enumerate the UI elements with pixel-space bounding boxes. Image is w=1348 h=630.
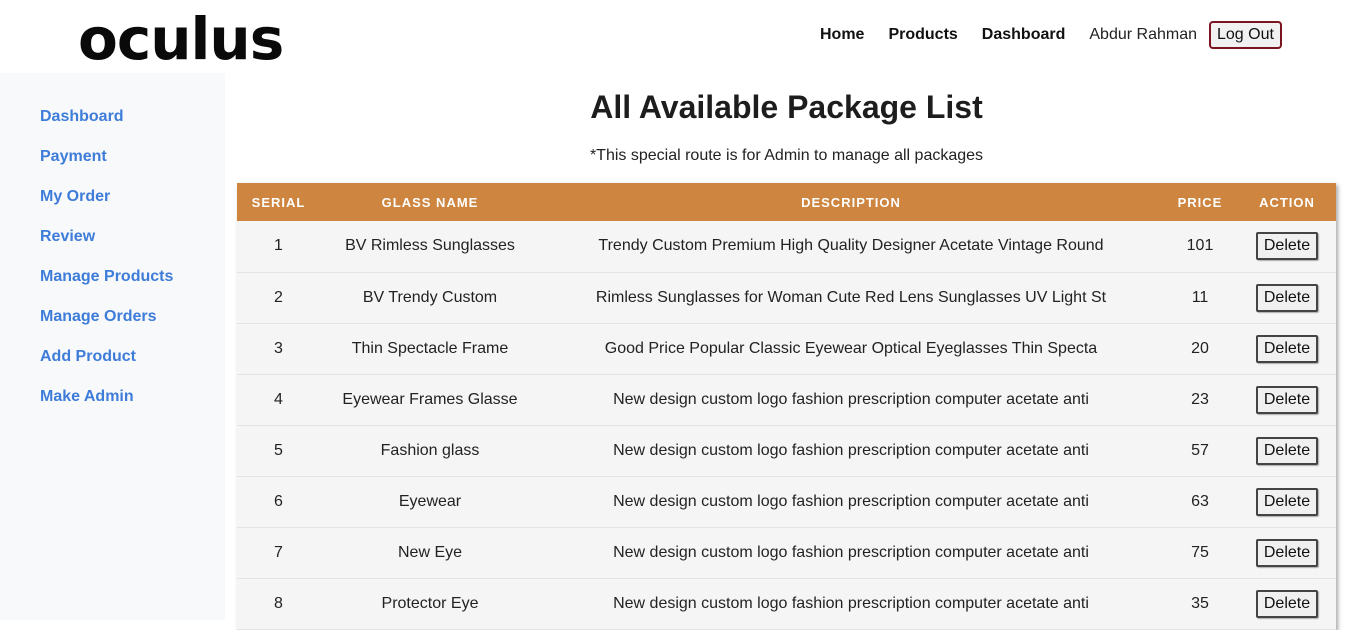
nav-dashboard-link[interactable]: Dashboard — [982, 26, 1066, 44]
package-table-container: SERIAL GLASS NAME DESCRIPTION PRICE ACTI… — [237, 183, 1336, 630]
delete-button[interactable]: Delete — [1255, 385, 1319, 414]
column-header-serial[interactable]: SERIAL — [237, 183, 320, 221]
cell-serial: 5 — [274, 441, 283, 459]
cell-action: Delete — [1238, 578, 1336, 629]
cell-glass-name: Thin Spectacle Frame — [351, 339, 509, 357]
sidebar-link-manage-orders[interactable]: Manage Orders — [40, 308, 156, 325]
page-subtitle: *This special route is for Admin to mana… — [589, 147, 984, 164]
table-row: 3 Thin Spectacle Frame Good Price Popula… — [237, 323, 1336, 374]
page-title: All Available Package List — [590, 89, 983, 125]
sidebar: Dashboard Payment My Order Review Manage… — [0, 73, 225, 620]
logout-button[interactable]: Log Out — [1209, 21, 1282, 49]
user-name: Abdur Rahman — [1089, 26, 1197, 43]
cell-glass-name: BV Rimless Sunglasses — [345, 237, 515, 255]
cell-description: Good Price Popular Classic Eyewear Optic… — [604, 339, 1098, 357]
cell-description: New design custom logo fashion prescript… — [613, 543, 1089, 561]
cell-glass-name: Eyewear — [398, 492, 462, 510]
cell-price: 20 — [1191, 339, 1209, 357]
sidebar-item-make-admin: Make Admin — [40, 377, 225, 417]
cell-description: New design custom logo fashion prescript… — [613, 390, 1089, 408]
table-header: SERIAL GLASS NAME DESCRIPTION PRICE ACTI… — [237, 183, 1336, 221]
delete-button[interactable]: Delete — [1255, 538, 1319, 567]
sidebar-link-review[interactable]: Review — [40, 228, 95, 245]
sidebar-link-make-admin[interactable]: Make Admin — [40, 388, 134, 405]
cell-description: New design custom logo fashion prescript… — [613, 594, 1089, 612]
cell-serial: 3 — [274, 339, 283, 357]
sidebar-item-manage-products: Manage Products — [40, 257, 225, 297]
cell-glass-name: New Eye — [397, 543, 463, 561]
delete-button[interactable]: Delete — [1255, 283, 1319, 312]
cell-action: Delete — [1238, 374, 1336, 425]
cell-serial: 4 — [274, 390, 283, 408]
cell-description: New design custom logo fashion prescript… — [613, 492, 1089, 510]
table-row: 8 Protector Eye New design custom logo f… — [237, 578, 1336, 629]
cell-glass-name: Fashion glass — [380, 441, 480, 459]
table-row: 7 New Eye New design custom logo fashion… — [237, 527, 1336, 578]
sidebar-link-payment[interactable]: Payment — [40, 148, 107, 165]
delete-button[interactable]: Delete — [1255, 487, 1319, 516]
sidebar-item-payment: Payment — [40, 137, 225, 177]
sidebar-link-manage-products[interactable]: Manage Products — [40, 268, 173, 285]
cell-serial: 8 — [274, 594, 283, 612]
cell-price: 35 — [1191, 594, 1209, 612]
cell-price: 63 — [1191, 492, 1209, 510]
cell-glass-name: BV Trendy Custom — [362, 288, 498, 306]
nav-products-link[interactable]: Products — [888, 26, 957, 44]
sidebar-menu: Dashboard Payment My Order Review Manage… — [0, 73, 225, 417]
cell-serial: 1 — [274, 237, 283, 255]
cell-serial: 7 — [274, 543, 283, 561]
cell-price: 101 — [1186, 237, 1214, 255]
top-nav: Home Products Dashboard Abdur Rahman Log… — [808, 20, 1282, 50]
cell-action: Delete — [1238, 323, 1336, 374]
delete-button[interactable]: Delete — [1255, 232, 1319, 261]
cell-description: New design custom logo fashion prescript… — [613, 441, 1089, 459]
column-header-glass-name[interactable]: GLASS NAME — [320, 183, 540, 221]
table-row: 4 Eyewear Frames Glasse New design custo… — [237, 374, 1336, 425]
sidebar-link-my-order[interactable]: My Order — [40, 188, 110, 205]
sidebar-item-add-product: Add Product — [40, 337, 225, 377]
cell-glass-name: Eyewear Frames Glasse — [342, 390, 518, 408]
cell-price: 57 — [1191, 441, 1209, 459]
cell-action: Delete — [1238, 527, 1336, 578]
cell-price: 23 — [1191, 390, 1209, 408]
column-header-price[interactable]: PRICE — [1162, 183, 1238, 221]
cell-price: 75 — [1191, 543, 1209, 561]
column-header-description[interactable]: DESCRIPTION — [540, 183, 1162, 221]
cell-action: Delete — [1238, 425, 1336, 476]
nav-home-link[interactable]: Home — [820, 26, 864, 44]
cell-price: 11 — [1191, 288, 1209, 306]
column-header-action[interactable]: ACTION — [1238, 183, 1336, 221]
delete-button[interactable]: Delete — [1255, 334, 1319, 363]
table-row: 2 BV Trendy Custom Rimless Sunglasses fo… — [237, 272, 1336, 323]
package-table: SERIAL GLASS NAME DESCRIPTION PRICE ACTI… — [237, 183, 1336, 630]
cell-glass-name: Protector Eye — [381, 594, 479, 612]
sidebar-item-my-order: My Order — [40, 177, 225, 217]
table-row: 5 Fashion glass New design custom logo f… — [237, 425, 1336, 476]
table-row: 1 BV Rimless Sunglasses Trendy Custom Pr… — [237, 221, 1336, 272]
table-row: 6 Eyewear New design custom logo fashion… — [237, 476, 1336, 527]
top-header: oculus Home Products Dashboard Abdur Rah… — [0, 0, 1348, 73]
cell-action: Delete — [1238, 272, 1336, 323]
main-content: All Available Package List *This special… — [225, 73, 1348, 629]
brand-logo[interactable]: oculus — [78, 6, 284, 72]
cell-action: Delete — [1238, 476, 1336, 527]
sidebar-item-manage-orders: Manage Orders — [40, 297, 225, 337]
cell-serial: 6 — [274, 492, 283, 510]
sidebar-item-review: Review — [40, 217, 225, 257]
sidebar-item-dashboard: Dashboard — [40, 97, 225, 137]
sidebar-link-dashboard[interactable]: Dashboard — [40, 108, 124, 125]
table-body: 1 BV Rimless Sunglasses Trendy Custom Pr… — [237, 221, 1336, 629]
cell-action: Delete — [1238, 221, 1336, 272]
delete-button[interactable]: Delete — [1255, 589, 1319, 618]
delete-button[interactable]: Delete — [1255, 436, 1319, 465]
cell-serial: 2 — [274, 288, 283, 306]
cell-description: Rimless Sunglasses for Woman Cute Red Le… — [595, 288, 1107, 306]
table-header-row: SERIAL GLASS NAME DESCRIPTION PRICE ACTI… — [237, 183, 1336, 221]
cell-description: Trendy Custom Premium High Quality Desig… — [598, 237, 1104, 255]
sidebar-link-add-product[interactable]: Add Product — [40, 348, 136, 365]
